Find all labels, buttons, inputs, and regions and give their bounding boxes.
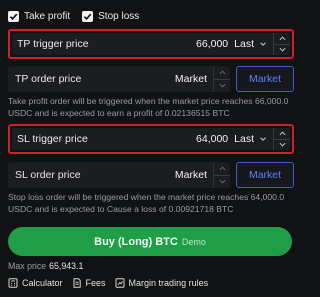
max-price: Max price 65,943.1	[8, 261, 83, 271]
tp-order-price-row: TP order price Market Market	[8, 66, 294, 92]
decrement-button[interactable]	[274, 138, 290, 151]
document-icon	[73, 278, 81, 288]
tp-market-button[interactable]: Market	[236, 66, 294, 92]
footer-links: Calculator Fees Margin trading rules	[8, 276, 217, 290]
sl-trigger-type-select[interactable]: Last	[234, 133, 254, 145]
tp-trigger-label: TP trigger price	[17, 38, 89, 50]
sl-market-button[interactable]: Market	[236, 162, 294, 188]
sl-order-price-row: SL order price Market Market	[8, 162, 294, 188]
tp-trigger-stepper	[273, 33, 290, 55]
checkmark-icon	[8, 10, 19, 22]
buy-long-button[interactable]: Buy (Long) BTC Demo	[8, 227, 292, 256]
chevron-down-icon	[279, 143, 285, 147]
tp-order-label: TP order price	[15, 73, 82, 85]
tp-order-value: Market	[174, 73, 207, 85]
chevron-down-icon	[219, 84, 225, 88]
sl-order-price-field[interactable]: SL order price Market	[8, 162, 230, 188]
sl-trigger-stepper	[273, 128, 290, 150]
chevron-down-icon	[279, 48, 285, 52]
sl-trigger-price-field: SL trigger price 64,000 Last	[8, 124, 294, 154]
demo-tag: Demo	[181, 236, 206, 247]
fees-link[interactable]: Fees	[72, 278, 106, 288]
buy-button-label: Buy (Long) BTC	[94, 235, 178, 248]
tp-trigger-type-select[interactable]: Last	[234, 38, 254, 50]
margin-rules-label: Margin trading rules	[128, 278, 209, 288]
max-price-value: 65,943.1	[49, 261, 84, 271]
calculator-label: Calculator	[22, 278, 63, 288]
tp-trigger-price-field: TP trigger price 66,000 Last	[8, 29, 294, 59]
increment-button[interactable]	[214, 66, 230, 79]
take-profit-label: Take profit	[24, 10, 71, 22]
tpsl-checkbox-row: Take profit Stop loss	[8, 8, 151, 24]
tp-trigger-input[interactable]: 66,000	[196, 38, 228, 50]
take-profit-checkbox[interactable]: Take profit	[8, 10, 71, 22]
tp-order-price-field[interactable]: TP order price Market	[8, 66, 230, 92]
sl-order-stepper	[213, 162, 230, 188]
sl-trigger-label: SL trigger price	[17, 133, 88, 145]
tp-order-stepper	[213, 66, 230, 92]
chevron-down-icon[interactable]	[257, 133, 269, 145]
checkmark-icon	[82, 10, 94, 22]
sl-description: Stop loss order will be triggered when t…	[8, 192, 285, 214]
stop-loss-label: Stop loss	[98, 10, 140, 22]
decrement-button[interactable]	[214, 174, 230, 189]
chevron-down-icon[interactable]	[257, 38, 269, 50]
calculator-link[interactable]: Calculator	[8, 278, 63, 288]
max-price-label: Max price	[8, 261, 47, 271]
rules-icon	[115, 278, 125, 288]
increment-button[interactable]	[274, 33, 290, 44]
stop-loss-checkbox[interactable]: Stop loss	[82, 10, 140, 22]
decrement-button[interactable]	[274, 43, 290, 56]
chevron-up-icon	[219, 166, 225, 170]
chevron-up-icon	[219, 70, 225, 74]
chevron-up-icon	[279, 36, 285, 40]
chevron-up-icon	[279, 131, 285, 135]
increment-button[interactable]	[274, 128, 290, 139]
calculator-icon	[8, 278, 18, 288]
sl-order-label: SL order price	[15, 169, 81, 181]
margin-rules-link[interactable]: Margin trading rules	[115, 278, 209, 288]
fees-label: Fees	[85, 278, 106, 288]
decrement-button[interactable]	[214, 78, 230, 93]
chevron-down-icon	[219, 180, 225, 184]
tp-description: Take profit order will be triggered when…	[8, 96, 289, 118]
increment-button[interactable]	[214, 162, 230, 175]
sl-order-value: Market	[174, 169, 207, 181]
sl-trigger-input[interactable]: 64,000	[196, 133, 228, 145]
